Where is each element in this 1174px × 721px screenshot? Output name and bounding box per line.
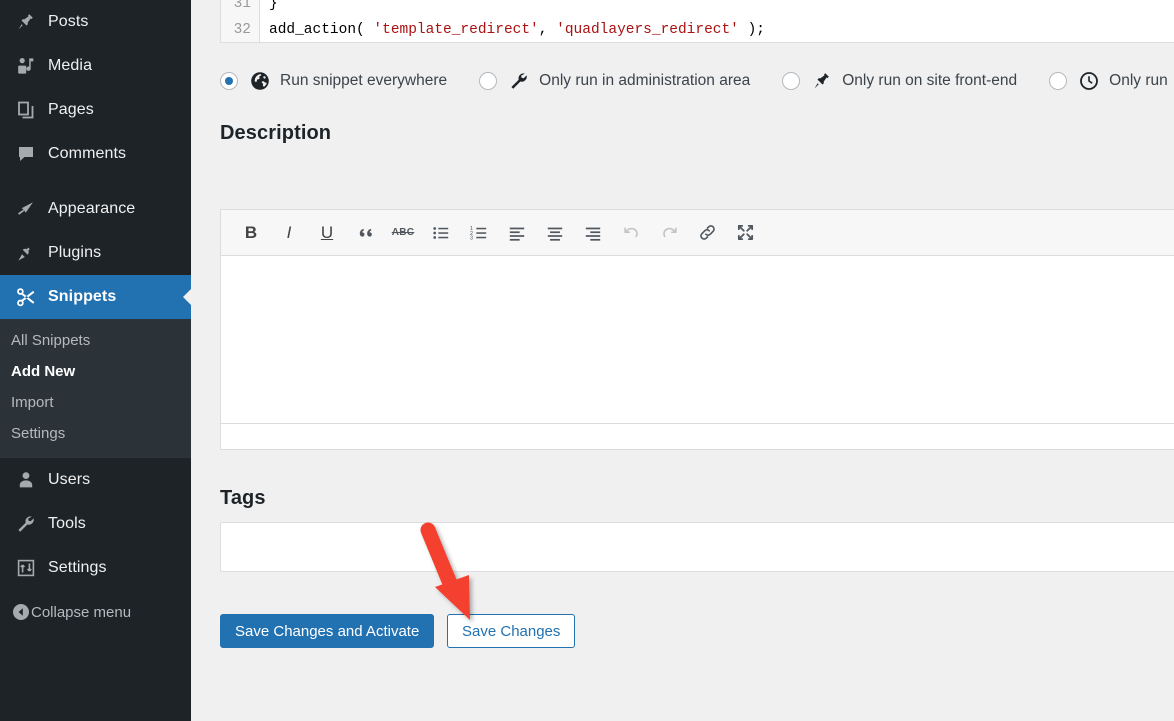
sidebar-item-users[interactable]: Users	[0, 458, 191, 502]
description-heading: Description	[220, 122, 332, 144]
pin-icon	[11, 11, 41, 33]
sidebar-divider	[0, 176, 191, 187]
sidebar-item-tools[interactable]: Tools	[0, 502, 191, 546]
radio-run-once[interactable]	[1049, 72, 1068, 90]
radio-frontend-only[interactable]	[782, 72, 801, 90]
redo-icon[interactable]	[654, 218, 684, 248]
scope-option-admin-only[interactable]: Only run in administration area	[479, 71, 750, 92]
description-editor[interactable]: B I U ABC 123	[220, 209, 1174, 450]
comments-icon	[11, 143, 41, 165]
code-string: 'quadlayers_redirect'	[556, 22, 739, 38]
undo-icon[interactable]	[616, 218, 646, 248]
globe-icon	[250, 71, 271, 92]
collapse-menu-label: Collapse menu	[31, 603, 132, 621]
line-number: 32	[221, 17, 260, 42]
brush-icon	[11, 198, 41, 220]
align-left-icon[interactable]	[502, 218, 532, 248]
italic-icon[interactable]: I	[274, 218, 304, 248]
submenu-item-settings[interactable]: Settings	[0, 419, 191, 450]
scope-option-label: Run snippet everywhere	[280, 72, 448, 89]
save-changes-button[interactable]: Save Changes	[447, 614, 576, 648]
link-icon[interactable]	[692, 218, 722, 248]
scope-option-everywhere[interactable]: Run snippet everywhere	[220, 71, 447, 92]
scope-option-label: Only run	[1109, 72, 1168, 89]
user-icon	[11, 469, 41, 491]
sidebar-item-comments[interactable]: Comments	[0, 132, 191, 176]
line-number: 31	[221, 0, 260, 17]
code-line-text: }	[269, 0, 278, 12]
sidebar-item-pages[interactable]: Pages	[0, 88, 191, 132]
tags-input[interactable]	[220, 522, 1174, 572]
code-line: 31 }	[221, 0, 1174, 17]
code-tail: );	[738, 22, 765, 38]
strikethrough-icon[interactable]: ABC	[388, 218, 418, 248]
sidebar-item-label: Comments	[48, 145, 127, 162]
scope-option-run-once[interactable]: Only run	[1049, 71, 1168, 92]
code-line: 32 add_action( 'template_redirect', 'qua…	[221, 17, 1174, 42]
scope-option-label: Only run in administration area	[539, 72, 751, 89]
sidebar-item-media[interactable]: Media	[0, 44, 191, 88]
pages-icon	[11, 99, 41, 121]
sidebar-item-label: Plugins	[48, 244, 102, 261]
clock-icon	[1079, 71, 1100, 92]
snippet-scope-options: Run snippet everywhere Only run in admin…	[220, 64, 1174, 98]
admin-sidebar: Posts Media Pages Comments Appearance Pl…	[0, 0, 191, 721]
blockquote-icon[interactable]	[350, 218, 380, 248]
save-changes-and-activate-button[interactable]: Save Changes and Activate	[220, 614, 435, 648]
collapse-arrow-icon	[11, 602, 31, 622]
fullscreen-icon[interactable]	[730, 218, 760, 248]
main-content: 31 } 32 add_action( 'template_redirect',…	[191, 0, 1174, 721]
radio-admin-only[interactable]	[479, 72, 498, 90]
tags-heading: Tags	[220, 487, 266, 509]
sidebar-item-label: Settings	[48, 559, 107, 576]
editor-status-bar	[221, 423, 1174, 449]
admin-screen: Posts Media Pages Comments Appearance Pl…	[0, 0, 1174, 721]
sliders-icon	[11, 557, 41, 579]
sidebar-item-label: Users	[48, 471, 91, 488]
code-string: 'template_redirect'	[373, 22, 539, 38]
collapse-menu-button[interactable]: Collapse menu	[0, 590, 191, 634]
pin-icon	[812, 71, 833, 92]
code-fn: add_action(	[269, 22, 374, 38]
editor-content-area[interactable]	[221, 256, 1174, 423]
sidebar-item-label: Appearance	[48, 200, 136, 217]
current-menu-notch	[183, 289, 191, 305]
media-icon	[11, 55, 41, 77]
code-editor[interactable]: 31 } 32 add_action( 'template_redirect',…	[220, 0, 1174, 43]
radio-run-everywhere[interactable]	[220, 72, 238, 90]
scope-option-frontend-only[interactable]: Only run on site front-end	[782, 71, 1017, 92]
svg-text:3: 3	[470, 235, 473, 241]
sidebar-item-label: Snippets	[48, 288, 117, 305]
code-comma: ,	[538, 22, 557, 38]
underline-icon[interactable]: U	[312, 218, 342, 248]
sidebar-item-appearance[interactable]: Appearance	[0, 187, 191, 231]
wrench-icon	[11, 513, 41, 535]
code-line-text: add_action( 'template_redirect', 'quadla…	[260, 17, 765, 42]
sidebar-item-snippets[interactable]: Snippets	[0, 275, 191, 319]
bold-icon[interactable]: B	[236, 218, 266, 248]
plug-icon	[11, 242, 41, 264]
editor-toolbar: B I U ABC 123	[221, 210, 1174, 256]
snippets-submenu: All Snippets Add New Import Settings	[0, 319, 191, 458]
submenu-item-all-snippets[interactable]: All Snippets	[0, 326, 191, 357]
numbered-list-icon[interactable]: 123	[464, 218, 494, 248]
sidebar-item-label: Media	[48, 57, 93, 74]
scissors-icon	[11, 286, 41, 308]
sidebar-item-settings[interactable]: Settings	[0, 546, 191, 590]
wrench-icon	[509, 71, 530, 92]
align-center-icon[interactable]	[540, 218, 570, 248]
submenu-item-import[interactable]: Import	[0, 388, 191, 419]
bulleted-list-icon[interactable]	[426, 218, 456, 248]
sidebar-item-label: Tools	[48, 515, 86, 532]
submenu-item-add-new[interactable]: Add New	[0, 357, 191, 388]
sidebar-item-label: Pages	[48, 101, 94, 118]
align-right-icon[interactable]	[578, 218, 608, 248]
sidebar-item-posts[interactable]: Posts	[0, 0, 191, 44]
sidebar-item-plugins[interactable]: Plugins	[0, 231, 191, 275]
sidebar-item-label: Posts	[48, 13, 89, 30]
scope-option-label: Only run on site front-end	[842, 72, 1018, 89]
